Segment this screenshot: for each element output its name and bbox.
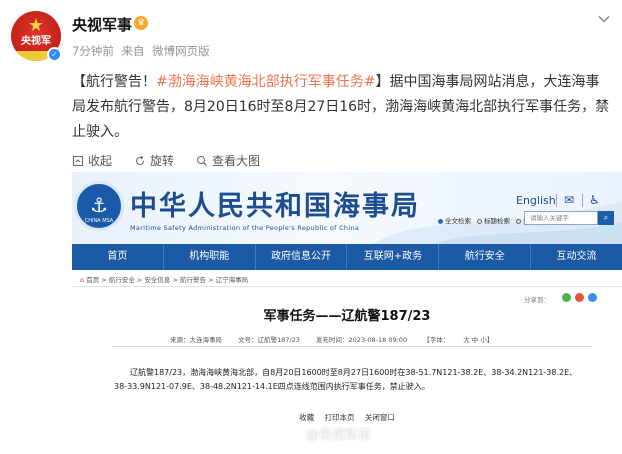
crumb-liaoning[interactable]: 辽宁海事局 (216, 276, 249, 284)
divider (112, 346, 592, 347)
crown-icon: ♛ (134, 16, 148, 30)
accessibility-icon[interactable]: ♿ (589, 193, 600, 207)
view-large-label: 查看大图 (212, 154, 261, 168)
close-window-button[interactable]: 关闭窗口 (365, 413, 395, 422)
source-prefix: 来自 (121, 44, 145, 58)
collapse-label: 收起 (88, 154, 113, 168)
site-emblem[interactable]: ⚓ CHINA MSA (74, 181, 124, 231)
share-label: 分享到： (524, 296, 550, 304)
divider (72, 286, 622, 287)
nav-gov-info[interactable]: 政府信息公开 (256, 244, 348, 270)
article-paragraph: 辽航警187/23，渤海海峡黄海北部，自8月20日1600时至8月27日1600… (114, 368, 578, 391)
article-date: 发布时间：2023-08-18 09:00 (316, 336, 408, 344)
view-large-button[interactable]: 查看大图 (196, 152, 260, 169)
site-banner: ⚓ CHINA MSA 中华人民共和国海事局 Maritime Safety A… (72, 172, 622, 244)
collapse-icon (73, 155, 83, 166)
weibo-icon[interactable] (575, 293, 584, 302)
article-meta: 来源：大连海事局 文号：辽航警187/23 发布时间：2023-08-18 09… (170, 334, 521, 344)
zoom-icon (197, 155, 207, 166)
post-meta: 7分钟前 来自 微博网页版 (72, 43, 214, 59)
collapse-button[interactable]: 收起 (72, 152, 112, 169)
post-time[interactable]: 7分钟前 (72, 44, 114, 58)
rotate-label: 旋转 (150, 154, 175, 168)
star-icon: ★ (27, 15, 45, 36)
post-image[interactable]: ⚓ CHINA MSA 中华人民共和国海事局 Maritime Safety A… (72, 172, 622, 454)
hashtag-link[interactable]: #渤海海峡黄海北部执行军事任务# (156, 74, 375, 90)
divider (582, 194, 583, 207)
rotate-icon (136, 155, 145, 165)
crumb-nav-safety[interactable]: 航行安全 (109, 276, 135, 284)
emblem-text: CHINA MSA (84, 218, 114, 224)
article-doc-no: 文号：辽航警187/23 (238, 336, 300, 344)
post-text: 【航行警告！#渤海海峡黄海北部执行军事任务#】据中国海事局网站消息，大连海事局发… (72, 70, 612, 145)
site-nav: 首页 机构职能 政府信息公开 互联网+政务 航行安全 互动交流 (72, 244, 622, 270)
nav-navigation-safety[interactable]: 航行安全 (439, 244, 532, 270)
home-icon: ⌂ (80, 276, 85, 284)
username[interactable]: 央视军事 (72, 14, 132, 35)
article-body: 辽航警187/23，渤海海峡黄海北部，自8月20日1600时至8月27日1600… (114, 366, 590, 394)
crumb-nav-warning[interactable]: 航行警告 (180, 276, 206, 284)
nav-internet-gov[interactable]: 互联网+政务 (347, 244, 440, 270)
breadcrumb: ⌂ 首页 > 航行安全 > 安全信息 > 航行警告 > 辽宁海事局 (80, 276, 249, 284)
font-size-control[interactable]: 【字体：大 中 小】 (423, 336, 507, 344)
article-source: 来源：大连海事局 (170, 336, 222, 344)
article-title: 军事任务——辽航警187/23 (263, 309, 431, 324)
post-source: 微博网页版 (152, 44, 210, 58)
search-scope: 全文检索 标题检索 全站 (438, 215, 536, 225)
crumb-safety-info[interactable]: 安全信息 (144, 276, 170, 284)
nav-functions[interactable]: 机构职能 (164, 244, 256, 270)
site-subtitle: Maritime Safety Administration of the Pe… (130, 224, 360, 232)
site-title: 中华人民共和国海事局 (130, 191, 420, 222)
wechat-icon[interactable] (562, 293, 571, 302)
article-buttons: 收藏 打印本页 关闭窗口 (72, 412, 622, 423)
post-text-prefix: 【航行警告！ (72, 74, 156, 90)
search-input[interactable]: 请输入关键字 (524, 211, 598, 225)
divider (556, 194, 557, 207)
anchor-icon: ⚓ (90, 193, 108, 217)
crumb-home[interactable]: 首页 (86, 276, 99, 284)
search-icon[interactable]: ⌕ (598, 211, 614, 225)
mail-icon[interactable]: ✉ (564, 193, 574, 207)
favorite-button[interactable]: 收藏 (299, 413, 314, 422)
verified-icon: ✓ (47, 47, 62, 62)
print-button[interactable]: 打印本页 (325, 413, 355, 422)
rotate-button[interactable]: 旋转 (134, 152, 174, 169)
radio-fulltext[interactable]: 全文检索 (438, 215, 471, 225)
qq-icon[interactable] (588, 293, 597, 302)
english-link[interactable]: English (516, 194, 556, 207)
radio-title[interactable]: 标题检索 (477, 215, 510, 225)
image-actions: 收起 旋转 查看大图 (72, 152, 260, 169)
chevron-down-icon[interactable] (597, 12, 611, 26)
watermark: @央视军事 (306, 428, 372, 443)
nav-home[interactable]: 首页 (72, 244, 164, 270)
nav-interaction[interactable]: 互动交流 (531, 244, 622, 270)
